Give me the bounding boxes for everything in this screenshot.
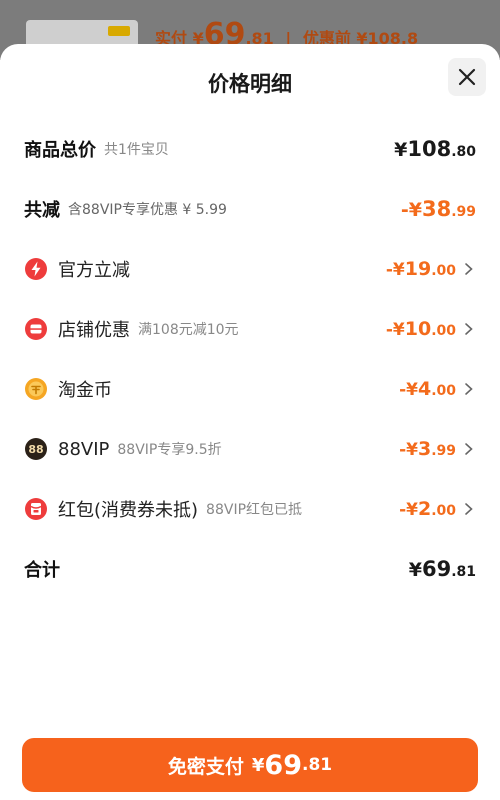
sum-row: 合计 ¥69.81 xyxy=(0,549,500,589)
pay-button-amount-int: 69 xyxy=(264,749,302,781)
amount-int: 2 xyxy=(417,498,432,520)
amount-dec: .00 xyxy=(431,323,456,339)
total-reduction-amount: -¥ 38.99 xyxy=(401,197,476,221)
amount-int: 19 xyxy=(404,258,432,280)
chevron-right-icon xyxy=(465,323,473,335)
coin-icon xyxy=(24,377,48,401)
goods-total-row: 商品总价 共1件宝贝 ¥108.80 xyxy=(0,129,500,169)
lightning-icon xyxy=(24,257,48,281)
official-discount-label: 官方立减 xyxy=(58,260,130,281)
pay-button-currency: ¥ xyxy=(251,754,265,776)
currency-symbol: -¥ xyxy=(399,440,418,460)
currency-symbol: ¥ xyxy=(408,559,422,581)
vip-discount-row[interactable]: 88 88VIP 88VIP专享9.5折 -¥ 3.99 xyxy=(0,429,500,469)
amount-dec: .00 xyxy=(431,263,456,279)
red-packet-label: 红包(消费券未抵) xyxy=(58,500,199,521)
close-button[interactable] xyxy=(448,58,486,96)
amount-int: 69 xyxy=(421,557,452,581)
vip-badge-text: 88 xyxy=(28,443,43,456)
goods-total-amount: ¥108.80 xyxy=(394,137,476,161)
chevron-right-icon xyxy=(465,263,473,275)
store-discount-label: 店铺优惠 xyxy=(58,320,130,341)
goods-total-label: 商品总价 xyxy=(24,140,96,161)
amount-int: 38 xyxy=(421,197,452,221)
red-packet-row[interactable]: 红包(消费券未抵) 88VIP红包已抵 -¥ 2.00 xyxy=(0,489,500,529)
amount-dec: .00 xyxy=(431,503,456,519)
vip-discount-amount: -¥ 3.99 xyxy=(399,438,456,460)
vip-discount-note: 88VIP专享9.5折 xyxy=(117,442,222,458)
tao-coins-amount: -¥ 4.00 xyxy=(399,378,456,400)
amount-dec: .81 xyxy=(451,564,476,580)
currency-symbol: -¥ xyxy=(399,500,418,520)
chevron-right-icon xyxy=(465,443,473,455)
official-discount-row[interactable]: 官方立减 -¥ 19.00 xyxy=(0,249,500,289)
amount-dec: .99 xyxy=(451,204,476,220)
vip-badge-icon: 88 xyxy=(24,437,48,461)
currency-symbol: ¥ xyxy=(394,139,408,161)
currency-symbol: -¥ xyxy=(385,320,405,340)
currency-symbol: -¥ xyxy=(385,260,405,280)
amount-int: 4 xyxy=(417,378,432,400)
amount-int: 108 xyxy=(407,137,452,161)
close-icon xyxy=(458,68,476,86)
tao-coins-label: 淘金币 xyxy=(58,380,112,401)
goods-total-count: 共1件宝贝 xyxy=(104,142,169,158)
total-reduction-note: 含88VIP专享优惠 ¥ 5.99 xyxy=(68,202,227,218)
currency-symbol: -¥ xyxy=(400,199,422,221)
store-discount-row[interactable]: 店铺优惠 满108元减10元 -¥ 10.00 xyxy=(0,309,500,349)
official-discount-amount: -¥ 19.00 xyxy=(386,258,456,280)
amount-int: 10 xyxy=(404,318,432,340)
price-detail-sheet: 价格明细 商品总价 共1件宝贝 ¥108.80 共减 含88VIP专享优惠 ¥ … xyxy=(0,44,500,800)
total-reduction-label: 共减 xyxy=(24,200,60,221)
amount-dec: .80 xyxy=(451,144,476,160)
chevron-right-icon xyxy=(465,383,473,395)
amount-dec: .99 xyxy=(431,443,456,459)
red-packet-amount: -¥ 2.00 xyxy=(399,498,456,520)
store-discount-amount: -¥ 10.00 xyxy=(386,318,456,340)
red-packet-note: 88VIP红包已抵 xyxy=(206,502,303,518)
tao-coins-row[interactable]: 淘金币 -¥ 4.00 xyxy=(0,369,500,409)
total-reduction-row: 共减 含88VIP专享优惠 ¥ 5.99 -¥ 38.99 xyxy=(0,189,500,229)
sum-amount: ¥69.81 xyxy=(409,557,476,581)
vip-discount-label: 88VIP xyxy=(58,438,110,460)
store-discount-rule: 满108元减10元 xyxy=(138,322,239,338)
amount-dec: .00 xyxy=(431,383,456,399)
currency-symbol: -¥ xyxy=(399,380,418,400)
pay-button-label: 免密支付 xyxy=(167,755,244,778)
store-coupon-icon xyxy=(24,317,48,341)
chevron-right-icon xyxy=(465,503,473,515)
amount-int: 3 xyxy=(417,438,432,460)
red-packet-icon xyxy=(24,497,48,521)
pay-button-amount-dec: .81 xyxy=(302,755,333,775)
sheet-title: 价格明细 xyxy=(208,72,292,96)
password-free-pay-button[interactable]: 免密支付 ¥69.81 xyxy=(22,738,478,792)
sum-label: 合计 xyxy=(24,560,60,581)
